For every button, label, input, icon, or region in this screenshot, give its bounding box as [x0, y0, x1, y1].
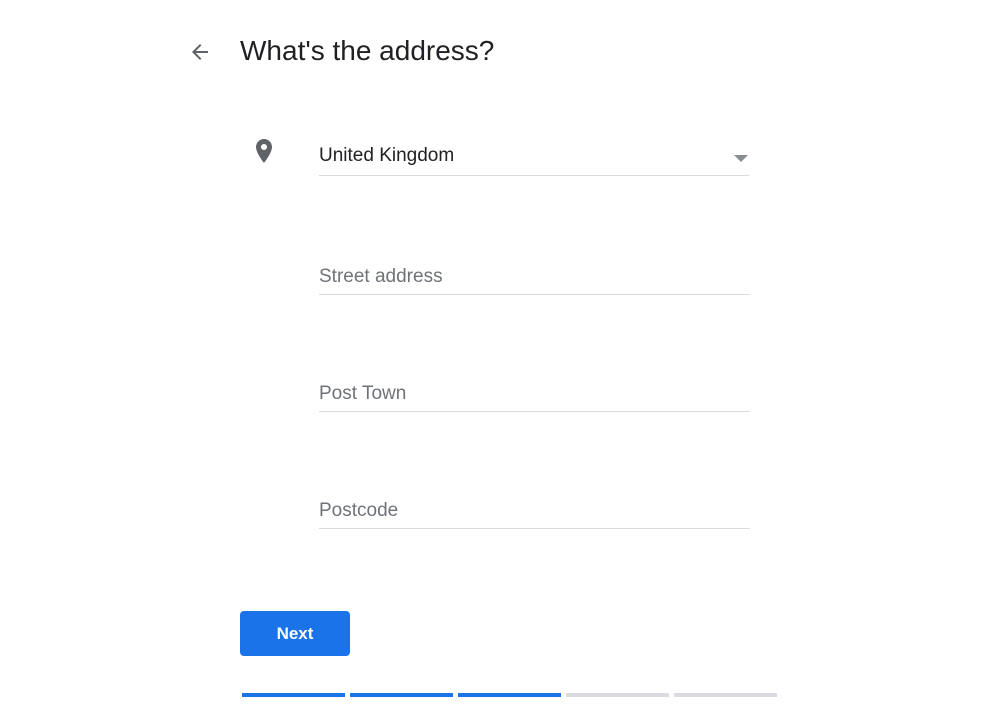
step-progress-bar [242, 693, 777, 697]
progress-segment [674, 693, 777, 697]
post-town-input[interactable] [319, 383, 750, 405]
progress-segment [566, 693, 669, 697]
progress-segment [242, 693, 345, 697]
address-step-page: What's the address? United Kingdom Next [0, 0, 1004, 724]
country-select[interactable]: United Kingdom [319, 136, 749, 176]
post-town-field-container [319, 372, 750, 412]
arrow-back-icon [192, 44, 208, 60]
progress-segment [458, 693, 561, 697]
page-title: What's the address? [240, 35, 495, 66]
progress-segment [350, 693, 453, 697]
country-select-value: United Kingdom [319, 145, 455, 166]
back-button[interactable] [186, 38, 214, 66]
street-address-input[interactable] [319, 266, 750, 288]
street-address-field-container [319, 255, 750, 295]
next-button[interactable]: Next [240, 611, 350, 656]
postcode-input[interactable] [319, 500, 750, 522]
dropdown-arrow-icon [734, 155, 748, 162]
location-pin-icon [256, 139, 272, 163]
postcode-field-container [319, 489, 750, 529]
